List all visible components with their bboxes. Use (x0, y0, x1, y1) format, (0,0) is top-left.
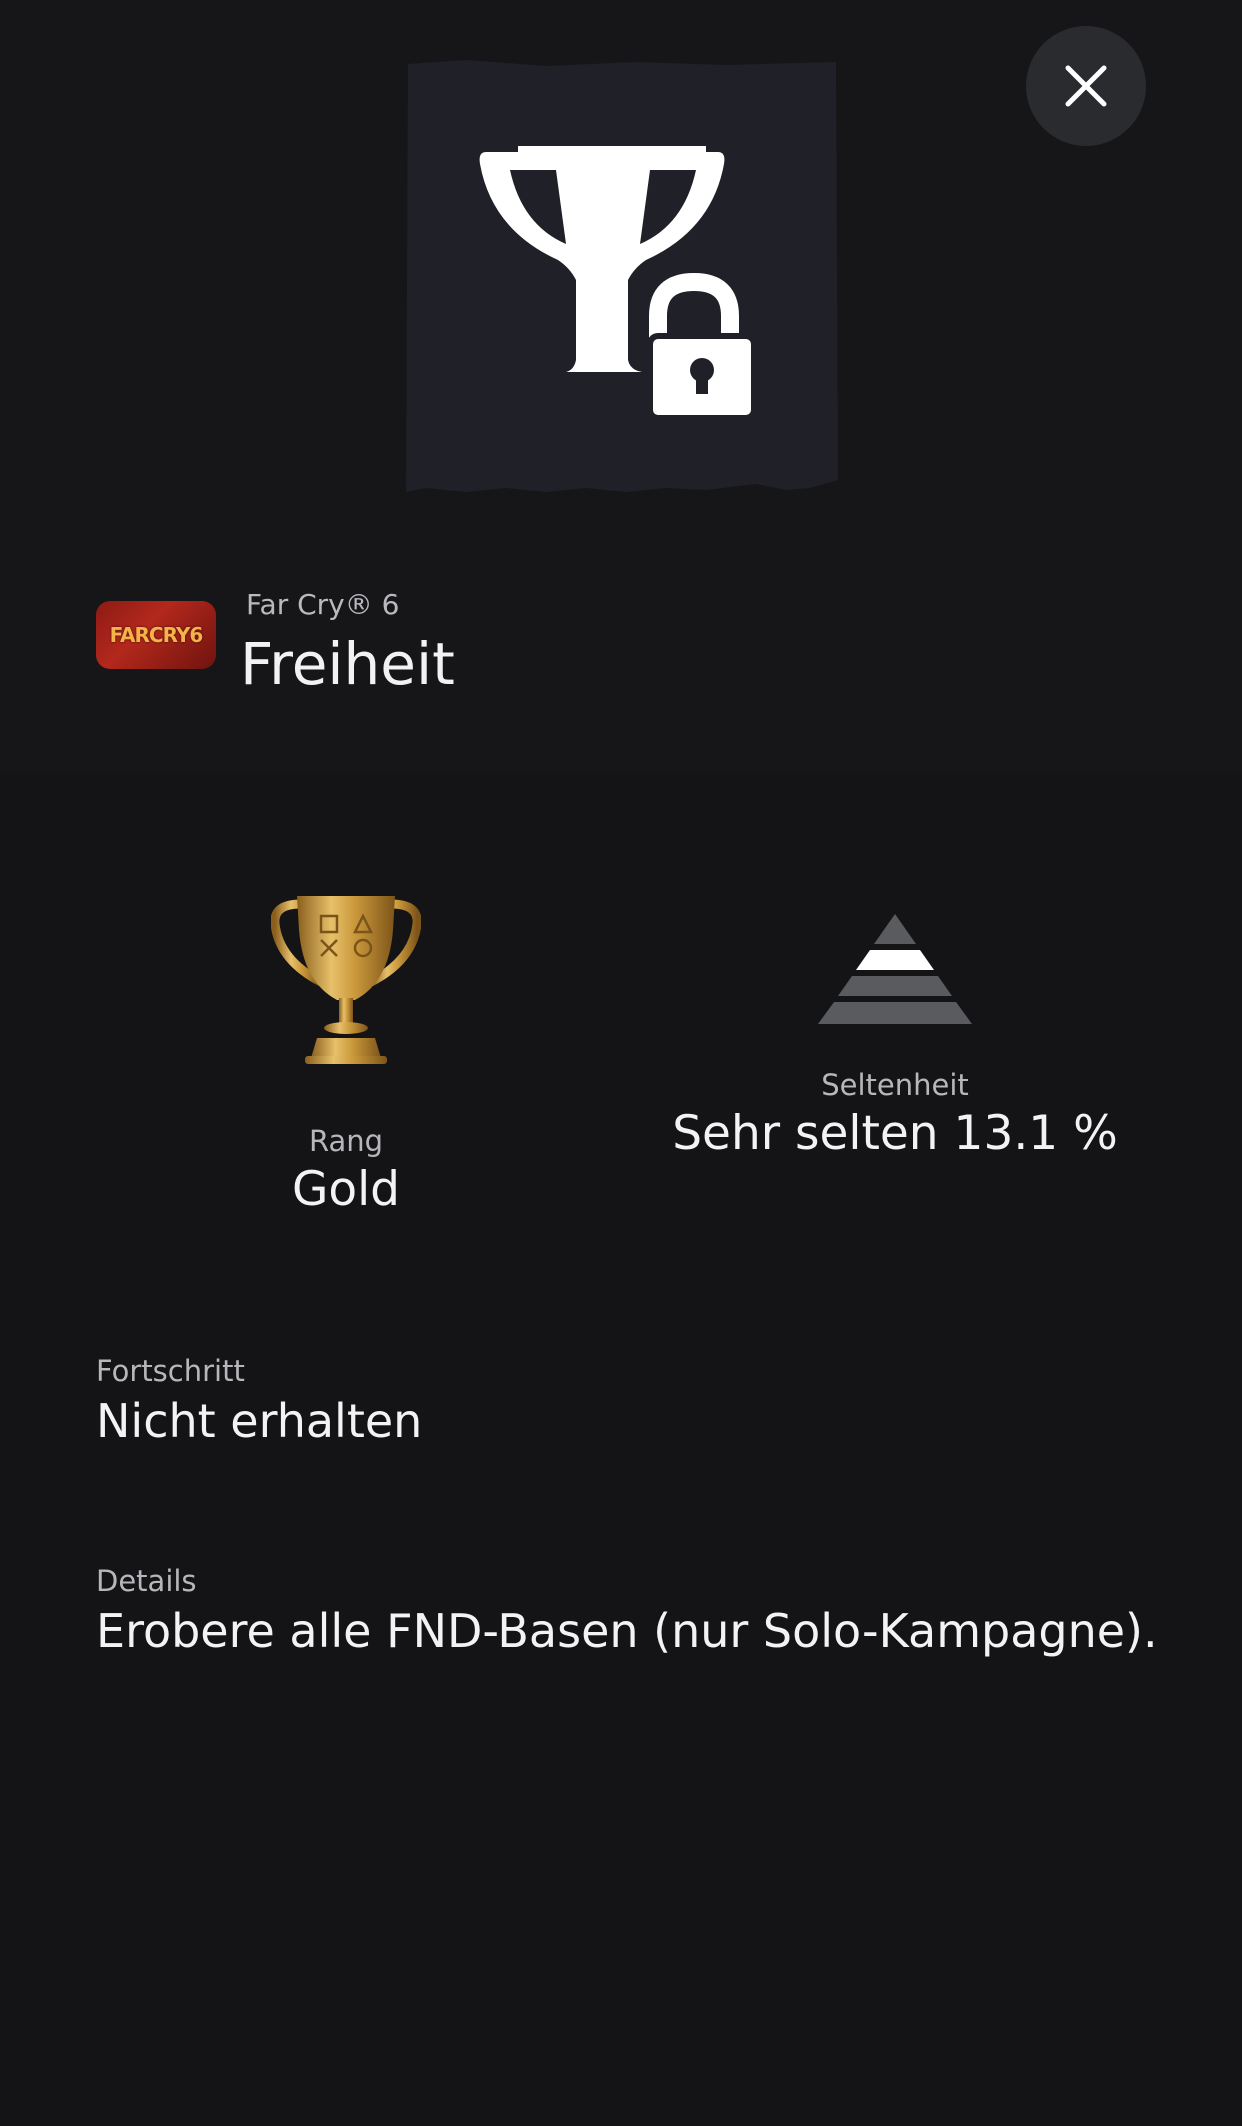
progress-section: Fortschritt Nicht erhalten (96, 1354, 422, 1448)
close-button[interactable] (1026, 26, 1146, 146)
details-section: Details Erobere alle FND-Basen (nur Solo… (96, 1564, 1158, 1658)
progress-label: Fortschritt (96, 1354, 245, 1388)
locked-trophy-art (406, 60, 838, 492)
rarity-stat: Seltenheit Sehr selten 13.1 % (645, 910, 1145, 1161)
rank-stat: Rang Gold (146, 890, 546, 1217)
rarity-value: Sehr selten 13.1 % (672, 1106, 1118, 1161)
close-icon (1065, 65, 1107, 107)
game-info-row: FARCRY6 Far Cry® 6 Freiheit (96, 588, 1146, 708)
progress-value: Nicht erhalten (96, 1394, 423, 1448)
trophy-title: Freiheit (240, 630, 455, 698)
game-logo[interactable]: FARCRY6 (96, 601, 216, 669)
trophy-detail-page: FARCRY6 Far Cry® 6 Freiheit Rang Gold Se… (0, 0, 1242, 2126)
details-value: Erobere alle FND-Basen (nur Solo-Kampagn… (96, 1604, 1158, 1658)
trophy-header: FARCRY6 Far Cry® 6 Freiheit (0, 0, 1242, 772)
game-logo-text: FARCRY6 (109, 623, 204, 647)
rank-value: Gold (291, 1162, 401, 1217)
rarity-pyramid-icon (818, 914, 972, 1024)
gold-trophy-icon (271, 896, 421, 1064)
rank-label: Rang (308, 1124, 384, 1158)
game-name: Far Cry® 6 (246, 588, 400, 621)
details-label: Details (96, 1564, 197, 1598)
rarity-label: Seltenheit (821, 1068, 969, 1102)
